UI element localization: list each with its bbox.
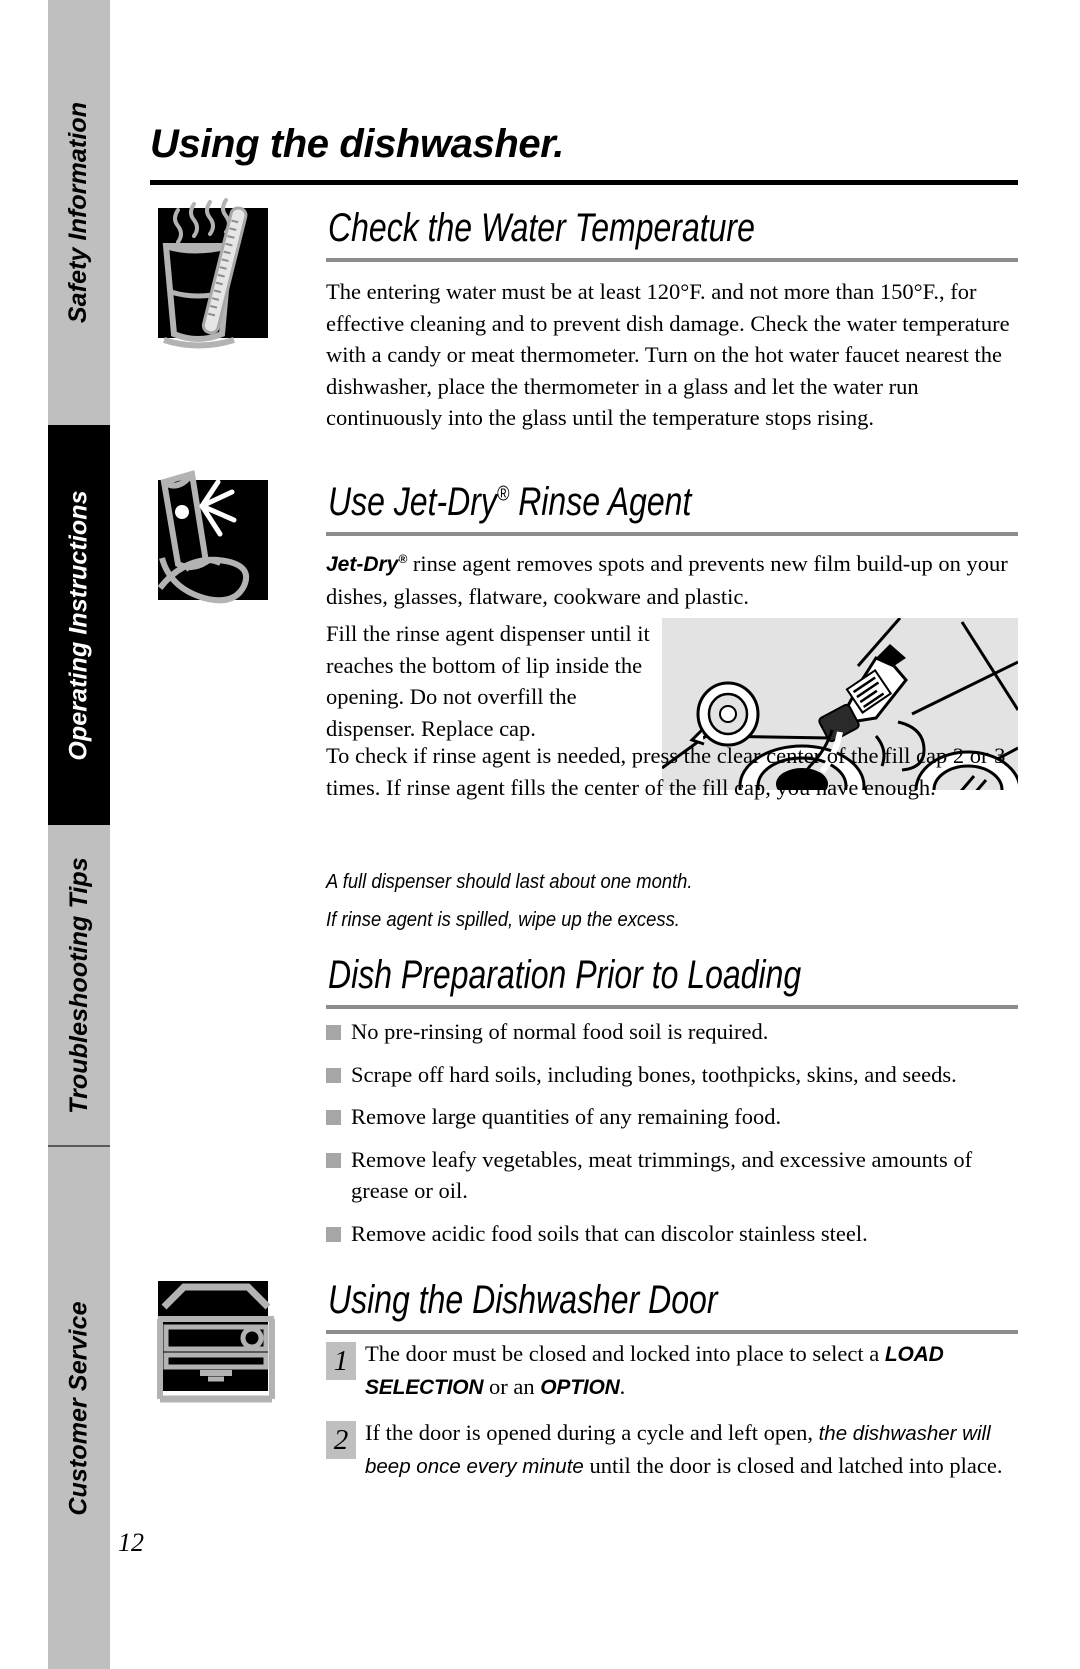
- sidebar-tab-troubleshooting-tips[interactable]: Troubleshooting Tips: [48, 825, 110, 1145]
- page-content: Using the dishwasher. Check the Water Te…: [150, 0, 1030, 1669]
- glass-thermometer-icon: [158, 198, 268, 349]
- jet-dry-check-paragraph: To check if rinse agent is needed, press…: [326, 743, 1006, 800]
- numbered-step: 2 If the door is opened during a cycle a…: [326, 1417, 1026, 1482]
- section-heading-jet-dry: Use Jet-Dry® Rinse Agent: [328, 482, 691, 522]
- list-item-text: Remove acidic food soils that can discol…: [351, 1220, 868, 1246]
- step-text-b: or an: [483, 1373, 541, 1399]
- section-heading-dishwasher-door: Using the Dishwasher Door: [328, 1280, 718, 1320]
- bullet-square-icon: [326, 1226, 341, 1242]
- sidebar-tab-safety-information[interactable]: Safety Information: [48, 0, 110, 425]
- section-rule-water-temperature: [326, 258, 1018, 262]
- glass-thermometer-graphic: [162, 198, 248, 349]
- bullet-square-icon: [326, 1067, 341, 1083]
- sidebar-tab-label: Customer Service: [64, 1300, 93, 1516]
- list-item: No pre-rinsing of normal food soil is re…: [326, 1016, 1026, 1048]
- dishwasher-graphic: [157, 1283, 275, 1403]
- step-number: 1: [326, 1342, 356, 1380]
- list-item: Remove large quantities of any remaining…: [326, 1101, 1026, 1133]
- sidebar-tab-operating-instructions[interactable]: Operating Instructions: [48, 425, 110, 825]
- jet-dry-intro-paragraph: Jet-Dry® rinse agent removes spots and p…: [326, 548, 1016, 612]
- jet-dry-note-two: If rinse agent is spilled, wipe up the e…: [326, 909, 680, 931]
- list-item-text: Scrape off hard soils, including bones, …: [351, 1061, 957, 1087]
- step-text: If the door is opened during a cycle and…: [365, 1417, 1025, 1482]
- section-rule-dishwasher-door: [326, 1330, 1018, 1334]
- section-heading-text: Dish Preparation Prior to Loading: [328, 953, 802, 997]
- section-heading-text: Check the Water Temperature: [328, 206, 755, 250]
- sidebar-tabs: Safety Information Operating Instruction…: [48, 0, 110, 1669]
- list-item: Remove leafy vegetables, meat trimmings,…: [326, 1144, 1026, 1207]
- dishwasher-door-steps: 1 The door must be closed and locked int…: [326, 1338, 1026, 1496]
- list-item: Remove acidic food soils that can discol…: [326, 1218, 1026, 1250]
- sidebar-tab-customer-service[interactable]: Customer Service: [48, 1147, 110, 1669]
- step-text-b: until the door is closed and latched int…: [583, 1452, 1003, 1478]
- list-item-text: Remove large quantities of any remaining…: [351, 1104, 782, 1129]
- jet-dry-brand-label: Jet-Dry: [326, 553, 399, 576]
- dish-preparation-list: No pre-rinsing of normal food soil is re…: [326, 1016, 1026, 1260]
- step-text: The door must be closed and locked into …: [365, 1338, 1005, 1403]
- step-number: 2: [326, 1421, 356, 1459]
- list-item-text: No pre-rinsing of normal food soil is re…: [351, 1019, 769, 1044]
- sparkling-glass-icon: [157, 470, 268, 604]
- sidebar-tab-label: Troubleshooting Tips: [64, 856, 93, 1114]
- dishwasher-icon: [157, 1281, 275, 1403]
- option-label: OPTION: [540, 1375, 620, 1399]
- jet-dry-note-one: A full dispenser should last about one m…: [326, 871, 693, 893]
- step-text-a: If the door is opened during a cycle and…: [365, 1420, 819, 1445]
- manual-page: Safety Information Operating Instruction…: [0, 0, 1080, 1669]
- list-item: Scrape off hard soils, including bones, …: [326, 1059, 1026, 1091]
- sidebar-tab-label: Safety Information: [64, 101, 93, 324]
- step-text-c: .: [619, 1373, 626, 1399]
- section-heading-text: Using the Dishwasher Door: [328, 1278, 718, 1322]
- water-temperature-paragraph: The entering water must be at least 120°…: [326, 279, 1010, 430]
- jet-dry-intro-rest: rinse agent removes spots and prevents n…: [326, 551, 1008, 609]
- registered-mark-icon: ®: [496, 482, 510, 506]
- bullet-square-icon: [326, 1110, 341, 1125]
- bullet-square-icon: [326, 1025, 341, 1040]
- sparkling-glass-graphic: [157, 470, 250, 604]
- section-heading-dish-preparation: Dish Preparation Prior to Loading: [328, 955, 801, 995]
- numbered-step: 1 The door must be closed and locked int…: [326, 1338, 1026, 1403]
- section-rule-jet-dry: [326, 532, 1018, 536]
- page-title: Using the dishwasher.: [150, 122, 564, 166]
- page-number: 12: [118, 1528, 144, 1557]
- section-heading-water-temperature: Check the Water Temperature: [328, 208, 755, 248]
- list-item-text: Remove leafy vegetables, meat trimmings,…: [351, 1146, 973, 1204]
- jet-dry-fill-paragraph: Fill the rinse agent dispenser until it …: [326, 621, 650, 741]
- sidebar-tab-label: Operating Instructions: [64, 489, 93, 761]
- registered-mark-icon: ®: [398, 552, 408, 566]
- bullet-square-icon: [326, 1152, 341, 1168]
- section-rule-dish-preparation: [326, 1005, 1018, 1009]
- step-text-a: The door must be closed and locked into …: [365, 1341, 885, 1366]
- section-heading-text-post: Rinse Agent: [509, 480, 692, 524]
- section-heading-text-pre: Use Jet-Dry: [328, 480, 497, 524]
